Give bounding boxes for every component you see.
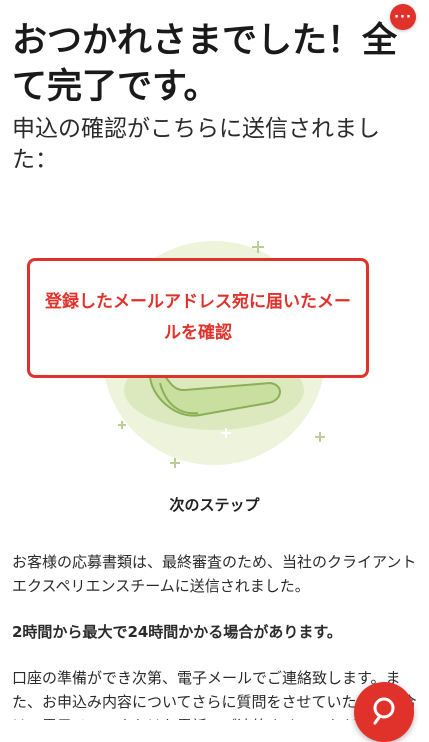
sparkle-icon <box>118 421 126 429</box>
email-callout: 登録したメールアドレス宛に届いたメールを確認 <box>27 258 369 378</box>
processing-time-notice: 2時間から最大で24時間かかる場合があります。 <box>12 623 342 641</box>
review-notice: お客様の応募書類は、最終審査のため、当社のクライアントエクスペリエンスチームに送… <box>12 553 417 595</box>
search-chat-icon <box>373 697 395 725</box>
sparkle-icon <box>170 458 180 468</box>
sparkle-icon <box>315 432 325 442</box>
next-step-heading: 次のステップ <box>169 496 260 514</box>
help-chat-button[interactable] <box>354 682 414 742</box>
confirmation-page: ··· おつかれさまでした！全て完了です。 申込の確認がこちらに送信されました：… <box>0 0 429 742</box>
page-subtitle: 申込の確認がこちらに送信されました： <box>12 116 380 173</box>
page-title: おつかれさまでした！全て完了です。 <box>12 21 398 107</box>
email-callout-text: 登録したメールアドレス宛に届いたメールを確認 <box>45 292 351 343</box>
